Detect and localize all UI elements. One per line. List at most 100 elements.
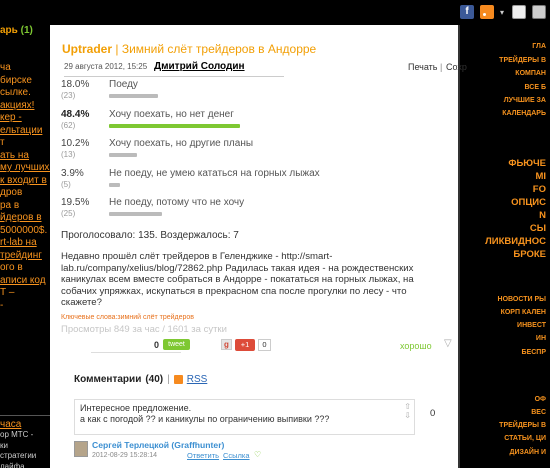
article-body: Недавно прошёл слёт трейдеров в Геленджи… xyxy=(61,251,414,308)
right-sidebar-link[interactable]: НОВОСТИ РЫ xyxy=(498,296,546,303)
left-sidebar-link: ого в xyxy=(0,262,23,273)
blog-name-link[interactable]: Uptrader xyxy=(62,42,112,56)
comment-text-line: а как с погодой ?? и каникулы по огранич… xyxy=(80,414,330,424)
left-bottom-heading[interactable]: часа xyxy=(0,415,50,430)
vote-up-icon[interactable]: ⇧ xyxy=(404,402,411,411)
left-bottom-line: лайфа xyxy=(0,461,25,468)
comment-meta: Сергей Терлецкой (Graffhunter) 2012-08-2… xyxy=(74,439,415,465)
right-sidebar-link[interactable]: БРОКЕ xyxy=(513,249,546,260)
left-sidebar-link: сылке. xyxy=(0,87,31,98)
mail-icon[interactable] xyxy=(512,5,526,19)
vote-down-icon[interactable]: ⇩ xyxy=(404,411,411,420)
poll-option-count: (13) xyxy=(61,150,76,159)
tweet-count: 0 xyxy=(154,340,160,350)
right-sidebar-link[interactable]: ЛУЧШИЕ ЗА xyxy=(504,97,546,104)
print-icon[interactable] xyxy=(532,5,546,19)
left-sidebar-link[interactable]: йдеров в xyxy=(0,212,50,225)
poll-option-bar xyxy=(109,153,137,157)
rss-icon[interactable] xyxy=(480,5,494,19)
right-sidebar-link[interactable]: N xyxy=(539,210,546,221)
left-sidebar-header: арь (1) xyxy=(0,25,33,36)
right-sidebar-link[interactable]: ОФ xyxy=(535,396,546,403)
left-sidebar-link[interactable]: к входит в xyxy=(0,175,50,188)
right-sidebar-link[interactable]: ГЛА xyxy=(532,43,546,50)
left-sidebar-link: 5000000$. xyxy=(0,224,48,236)
comments-rss-link[interactable]: RSS xyxy=(187,374,208,385)
poll-option-label: Не поеду, не умею кататься на горных лыж… xyxy=(109,167,320,179)
right-sidebar-link[interactable]: БЕСПР xyxy=(522,349,546,356)
author-link[interactable]: Дмитрий Солодин xyxy=(154,61,245,72)
right-sidebar-link[interactable]: КОРП КАЛЕН xyxy=(501,309,546,316)
right-sidebar-link[interactable]: ОПЦИС xyxy=(511,197,546,208)
comment-author-link[interactable]: Сергей Терлецкой (Graffhunter) xyxy=(92,440,224,450)
left-sidebar-link[interactable]: ельтации xyxy=(0,125,50,138)
left-sidebar-link: дров xyxy=(0,187,23,198)
top-icons: f ▾ xyxy=(460,5,546,19)
poll-option-label: Поеду xyxy=(109,79,138,90)
tag-link[interactable]: зимний слёт трейдеров xyxy=(117,314,194,321)
poll-option-percent: 19.5% xyxy=(61,197,90,208)
poll-option-count: (25) xyxy=(61,209,76,218)
permalink-link[interactable]: Ссылка xyxy=(223,451,250,460)
poll-option: 18.0% (23) Поеду xyxy=(61,78,361,108)
left-sidebar-link[interactable]: ать на xyxy=(0,150,50,163)
left-bottom-lines: ор МТС - ки стратегии лайфа xyxy=(0,430,50,468)
chevron-down-icon[interactable]: ▾ xyxy=(500,8,506,17)
left-sidebar-link[interactable]: rt-lab на xyxy=(0,237,50,250)
right-sidebar-link[interactable]: ИН xyxy=(536,335,546,342)
left-sidebar-link: - xyxy=(0,299,4,311)
right-sidebar: ГЛА ТРЕЙДЕРЫ В КОМПАН ВСЕ Б ЛУЧШИЕ ЗА КАЛЕНДА… xyxy=(458,25,550,468)
google-icon[interactable]: g xyxy=(221,339,232,350)
right-sidebar-link[interactable]: ТРЕЙДЕРЫ В xyxy=(499,57,546,64)
right-sidebar-link[interactable]: КОМПАН xyxy=(515,70,546,77)
right-sidebar-link[interactable]: КАЛЕНДАРЬ xyxy=(502,110,546,117)
left-sidebar-bottom: часа ор МТС - ки стратегии лайфа xyxy=(0,415,50,468)
left-sidebar-link[interactable]: кер - xyxy=(0,112,50,125)
comment-box: Интересное предложение. а как с погодой … xyxy=(74,399,415,435)
left-sidebar-link[interactable]: му лучших! xyxy=(0,162,50,175)
favorite-icon[interactable]: ♡ xyxy=(254,450,261,459)
facebook-icon[interactable]: f xyxy=(460,5,474,19)
right-sidebar-link[interactable]: ВСЕ Б xyxy=(525,84,547,91)
left-header-text: арь xyxy=(0,25,18,36)
right-sidebar-link[interactable]: ДИЗАЙН И xyxy=(509,449,546,456)
right-sidebar-link[interactable]: ИНВЕСТ xyxy=(517,322,546,329)
left-sidebar-link[interactable]: трейдинг xyxy=(0,250,50,263)
share-divider xyxy=(91,352,181,353)
tweet-button[interactable]: tweet xyxy=(163,339,190,350)
avatar[interactable] xyxy=(74,441,88,457)
right-sidebar-link[interactable]: СТАТЬИ, ЦИ xyxy=(504,435,546,442)
left-sidebar-link[interactable]: аписи код xyxy=(0,275,50,288)
tags-label: Ключевые слова: xyxy=(61,314,118,321)
right-sidebar-link[interactable]: ЛИКВИДНОС xyxy=(485,236,546,247)
plus-one-button[interactable]: +1 xyxy=(235,339,255,351)
right-sidebar-link[interactable]: FO xyxy=(533,184,546,195)
right-sidebar-link[interactable]: СЫ xyxy=(530,223,546,234)
poll-option-percent: 48.4% xyxy=(61,108,90,120)
print-link[interactable]: Печать xyxy=(408,62,437,72)
poll-option-count: (5) xyxy=(61,179,71,189)
left-bottom-line: ки xyxy=(0,440,8,450)
vote-good-link[interactable]: хорошо xyxy=(400,341,432,351)
meta-separator: | xyxy=(440,62,443,72)
comment-date: 2012-08-29 15:28:14 xyxy=(92,452,157,459)
article-panel: Uptrader | Зимний слёт трейдеров в Андор… xyxy=(50,25,467,468)
reply-link[interactable]: Ответить xyxy=(187,451,219,460)
article-meta: 29 августа 2012, 15:25 Дмитрий Солодин П… xyxy=(64,61,467,76)
top-bar: f ▾ xyxy=(0,0,550,25)
poll-option-bar xyxy=(109,182,120,187)
poll-option-percent: 10.2% xyxy=(61,138,90,149)
rss-icon[interactable] xyxy=(173,375,183,384)
right-sidebar-link[interactable]: ФЬЮЧЕ xyxy=(508,158,546,169)
poll-votes-summary: Проголосовало: 135. Воздержалось: 7 xyxy=(61,230,239,241)
plus-one-count: 0 xyxy=(258,339,271,351)
poll-option-bar xyxy=(109,123,240,128)
poll-option: 48.4% (62) Хочу поехать, но нет денег xyxy=(61,108,361,138)
left-sidebar-link[interactable]: акциях! xyxy=(0,100,50,113)
article-title[interactable]: Зимний слёт трейдеров в Андорре xyxy=(122,42,316,56)
right-sidebar-link[interactable]: ВЕС xyxy=(531,409,546,416)
vote-down-icon[interactable]: ▽ xyxy=(444,338,452,349)
right-sidebar-link[interactable]: МІ xyxy=(535,171,546,182)
right-sidebar-link[interactable]: ТРЕЙДЕРЫ В xyxy=(499,422,546,429)
poll-option-label: Хочу поехать, но нет денег xyxy=(109,108,234,120)
